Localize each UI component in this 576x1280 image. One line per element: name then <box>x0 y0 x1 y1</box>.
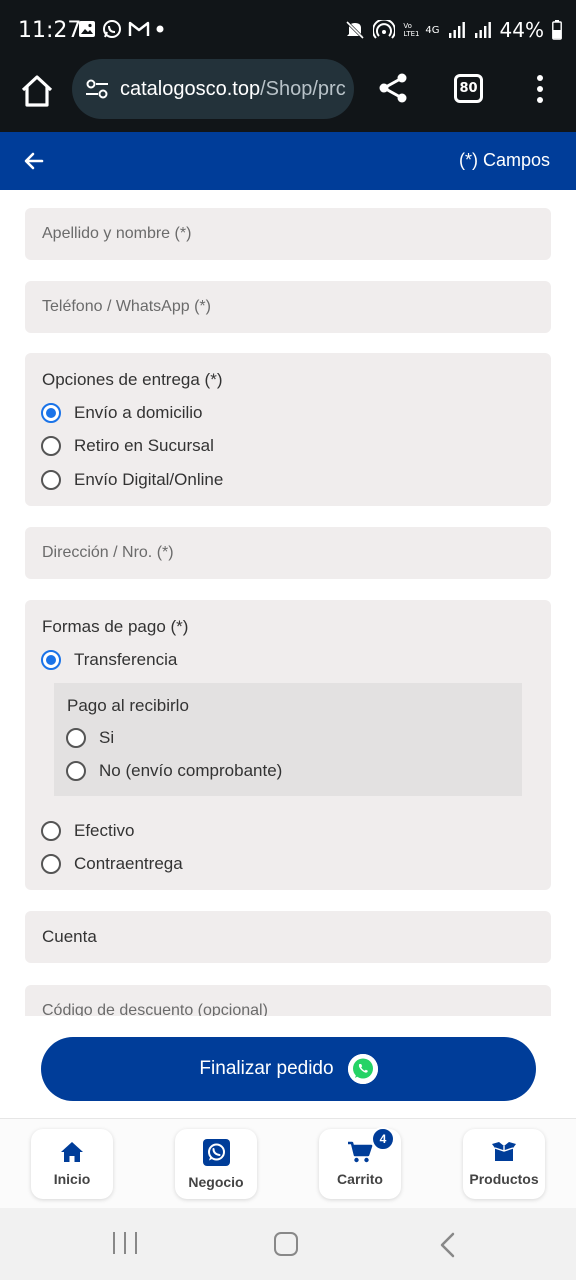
radio-button[interactable] <box>41 436 61 456</box>
radio-button[interactable] <box>66 761 86 781</box>
back-arrow-icon[interactable] <box>22 149 46 173</box>
system-back-icon[interactable] <box>438 1232 458 1258</box>
discount-code-input[interactable]: Código de descuento (opcional) <box>25 985 551 1016</box>
url-path: /Shop/prc <box>260 77 346 100</box>
volte-label: Vo LTE1 <box>403 22 420 38</box>
radio-button[interactable] <box>41 470 61 490</box>
radio-button[interactable] <box>41 403 61 423</box>
whatsapp-status-icon <box>103 20 121 38</box>
hotspot-icon <box>373 20 396 39</box>
radio-button[interactable] <box>41 650 61 670</box>
whatsapp-icon <box>202 1138 230 1166</box>
payment-options-group: Formas de pago (*) Transferencia Pago al… <box>25 600 551 890</box>
account-select[interactable]: Cuenta <box>25 911 551 963</box>
whatsapp-icon <box>347 1054 378 1084</box>
radio-label: Envío Digital/Online <box>74 470 224 489</box>
nav-item-inicio[interactable]: Inicio <box>31 1129 113 1199</box>
share-icon[interactable] <box>376 71 410 105</box>
overflow-menu-icon[interactable] <box>532 72 548 106</box>
url-host: catalogosco.top <box>120 77 261 100</box>
pay-on-receipt-yes[interactable]: Si <box>66 728 114 748</box>
pay-on-receipt-panel: Pago al recibirlo Si No (envío comproban… <box>54 683 522 796</box>
status-bar: 11:27 Vo LTE1 4G 44% <box>0 0 576 62</box>
radio-label: No (envío comprobante) <box>99 761 283 780</box>
cart-icon <box>348 1141 373 1163</box>
nav-label: Productos <box>469 1171 539 1187</box>
payment-option-cash[interactable]: Efectivo <box>41 821 134 841</box>
system-navigation-bar <box>0 1208 576 1280</box>
mute-icon <box>346 20 365 40</box>
home-icon <box>61 1142 83 1162</box>
status-notification-icons <box>78 19 164 39</box>
checkout-form: Apellido y nombre (*) Teléfono / WhatsAp… <box>0 190 576 1016</box>
radio-label: Transferencia <box>74 650 178 669</box>
nav-label: Inicio <box>53 1171 91 1187</box>
payment-option-transfer[interactable]: Transferencia <box>41 650 177 670</box>
address-bar[interactable]: catalogosco.top/Shop/prc <box>72 59 354 119</box>
nav-item-productos[interactable]: Productos <box>463 1129 545 1199</box>
radio-button[interactable] <box>41 854 61 874</box>
home-icon[interactable] <box>18 72 56 110</box>
gallery-icon <box>79 21 95 37</box>
radio-label: Si <box>99 728 115 747</box>
pay-on-receipt-no[interactable]: No (envío comprobante) <box>66 761 282 781</box>
delivery-options-title: Opciones de entrega (*) <box>42 370 223 389</box>
nav-label: Negocio <box>188 1173 244 1190</box>
finalize-order-button[interactable]: Finalizar pedido <box>41 1037 536 1101</box>
signal-1-icon <box>448 22 465 38</box>
battery-icon <box>552 20 562 40</box>
finalize-order-label: Finalizar pedido <box>199 1058 334 1079</box>
radio-label: Envío a domicilio <box>74 403 203 422</box>
app-header: (*) Campos <box>0 132 576 190</box>
delivery-options-group: Opciones de entrega (*) Envío a domicili… <box>25 353 551 506</box>
delivery-option-home[interactable]: Envío a domicilio <box>41 403 203 423</box>
nav-label: Carrito <box>337 1171 383 1187</box>
more-notifications-icon <box>156 25 164 33</box>
box-icon <box>492 1142 516 1161</box>
radio-label: Efectivo <box>74 821 135 840</box>
delivery-option-digital[interactable]: Envío Digital/Online <box>41 470 223 490</box>
payment-options-title: Formas de pago (*) <box>42 617 189 636</box>
radio-label: Retiro en Sucursal <box>74 436 214 455</box>
phone-input[interactable]: Teléfono / WhatsApp (*) <box>25 281 551 333</box>
payment-option-cod[interactable]: Contraentrega <box>41 854 183 874</box>
bottom-navigation: Inicio Negocio Carrito 4 Productos <box>0 1118 576 1208</box>
name-input[interactable]: Apellido y nombre (*) <box>25 208 551 260</box>
recents-icon[interactable] <box>113 1232 137 1256</box>
battery-percent: 44% <box>499 18 544 42</box>
gmail-icon <box>128 21 150 36</box>
radio-button[interactable] <box>66 728 86 748</box>
status-time: 11:27 <box>18 18 82 43</box>
nav-item-negocio[interactable]: Negocio <box>175 1129 257 1199</box>
address-input[interactable]: Dirección / Nro. (*) <box>25 527 551 579</box>
network-type-label: 4G <box>425 24 440 36</box>
system-home-icon[interactable] <box>274 1232 298 1256</box>
radio-button[interactable] <box>41 821 61 841</box>
pay-on-receipt-title: Pago al recibirlo <box>67 696 189 715</box>
delivery-option-pickup[interactable]: Retiro en Sucursal <box>41 436 214 456</box>
signal-2-icon <box>474 22 491 38</box>
nav-item-carrito[interactable]: Carrito 4 <box>319 1127 401 1199</box>
site-settings-icon[interactable] <box>84 76 110 102</box>
tab-switcher-button[interactable]: 80 <box>454 74 483 103</box>
required-fields-note: (*) Campos <box>458 150 550 170</box>
browser-toolbar: catalogosco.top/Shop/prc 80 <box>0 59 576 132</box>
url-text[interactable]: catalogosco.top/Shop/prc <box>120 78 346 101</box>
status-right-icons: Vo LTE1 4G 44% <box>345 18 562 42</box>
radio-label: Contraentrega <box>74 854 183 873</box>
cart-count-badge: 4 <box>371 1127 395 1151</box>
